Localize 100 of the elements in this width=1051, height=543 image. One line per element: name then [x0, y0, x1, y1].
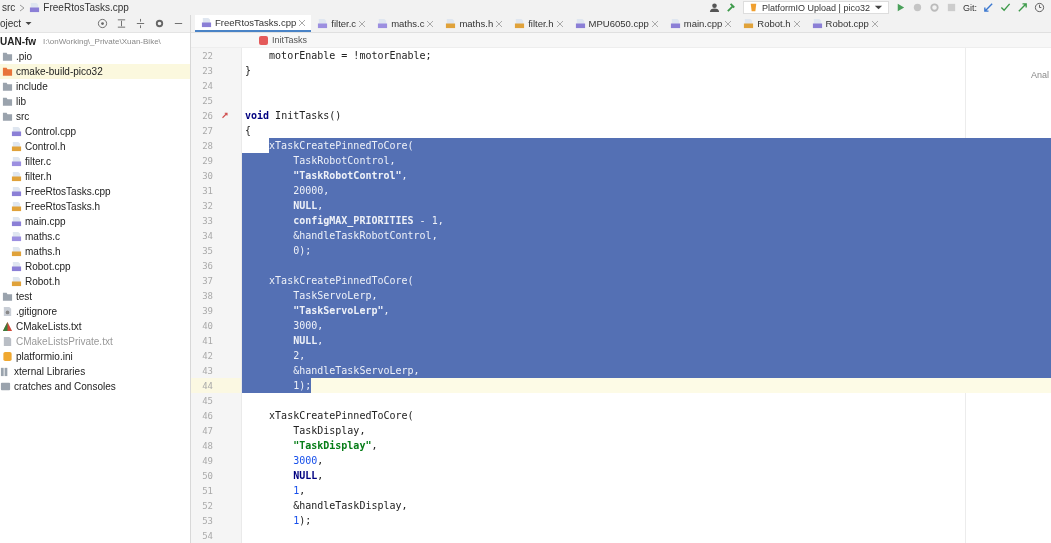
tree-item[interactable]: Robot.cpp — [25, 261, 71, 272]
tree-item[interactable]: CMakeLists.txt — [16, 321, 82, 332]
line-number: 44 — [201, 380, 213, 391]
editor-tab[interactable]: Robot.cpp — [805, 15, 884, 32]
tree-item[interactable]: .gitignore — [16, 306, 58, 317]
scratch-icon — [0, 381, 11, 392]
close-icon[interactable] — [496, 20, 503, 27]
history-icon[interactable] — [1034, 2, 1045, 13]
breadcrumb-item[interactable]: FreeRtosTasks.cpp — [29, 2, 129, 13]
line-number: 31 — [201, 185, 213, 196]
editor-tab[interactable]: maths.h — [439, 15, 509, 32]
caret-icon — [24, 19, 34, 28]
line-number: 22 — [201, 50, 213, 61]
line-number: 29 — [201, 155, 213, 166]
file-icon — [514, 18, 526, 29]
file-icon — [11, 141, 22, 152]
tree-item[interactable]: maths.c — [25, 231, 60, 242]
code-line: TaskServoLerp, — [293, 290, 378, 301]
tree-item[interactable]: xternal Libraries — [14, 366, 86, 377]
run-icon[interactable] — [895, 2, 906, 13]
collapse-icon[interactable] — [116, 18, 127, 29]
line-number: 37 — [201, 275, 213, 286]
file-icon — [317, 18, 329, 29]
file-icon — [574, 18, 586, 29]
line-number: 23 — [201, 65, 213, 76]
close-icon[interactable] — [793, 20, 800, 27]
file-icon — [11, 186, 22, 197]
line-number: 48 — [201, 440, 213, 451]
folder-icon — [2, 66, 13, 77]
tool-window-label[interactable]: Anal — [1031, 70, 1049, 80]
tree-item[interactable]: lib — [16, 96, 26, 107]
editor-tab[interactable]: filter.c — [311, 15, 372, 32]
triangle-icon — [2, 321, 13, 332]
tree-item[interactable]: Control.h — [25, 141, 66, 152]
code-line: NULL, — [293, 335, 324, 346]
close-icon[interactable] — [299, 19, 306, 26]
run-configuration-dropdown[interactable]: PlatformIO Upload | pico32 — [743, 1, 889, 14]
tree-item[interactable]: .pio — [16, 51, 33, 62]
line-number: 50 — [201, 470, 213, 481]
tree-item[interactable]: include — [16, 81, 48, 92]
code-line: TaskRobotControl, — [293, 155, 396, 166]
tree-item[interactable]: FreeRtosTasks.cpp — [25, 186, 111, 197]
file-icon — [29, 2, 41, 13]
code-line: 0); — [293, 245, 312, 256]
line-number: 32 — [201, 200, 213, 211]
file-icon — [11, 171, 22, 182]
folder-icon — [2, 111, 13, 122]
line-number: 53 — [201, 515, 213, 526]
file-icon — [445, 18, 457, 29]
editor-tab[interactable]: maths.c — [371, 15, 440, 32]
user-icon[interactable] — [709, 2, 721, 13]
close-icon[interactable] — [359, 20, 366, 27]
editor-tab[interactable]: FreeRtosTasks.cpp — [195, 15, 312, 32]
tree-item[interactable]: Control.cpp — [25, 126, 77, 137]
file-icon — [377, 18, 389, 29]
line-number: 51 — [201, 485, 213, 496]
line-number: 52 — [201, 500, 213, 511]
close-icon[interactable] — [725, 20, 732, 27]
breadcrumb-item[interactable]: src — [2, 2, 16, 13]
tree-item[interactable]: test — [16, 291, 33, 302]
function-icon — [259, 35, 268, 45]
project-dropdown[interactable]: oject — [0, 18, 34, 29]
tree-item[interactable]: main.cpp — [25, 216, 66, 227]
close-icon[interactable] — [871, 20, 878, 27]
expand-icon[interactable] — [135, 18, 146, 29]
code-line: configMAX_PRIORITIES - 1, — [293, 215, 444, 226]
tree-item[interactable]: cratches and Consoles — [14, 381, 116, 392]
tree-item[interactable]: cmake-build-pico32 — [16, 66, 103, 77]
editor-tab[interactable]: filter.h — [508, 15, 569, 32]
tree-item[interactable]: FreeRtosTasks.h — [25, 201, 101, 212]
code-line: &handleTaskDisplay, — [293, 500, 408, 511]
editor-tab[interactable]: main.cpp — [663, 15, 738, 32]
code-line: 1); — [293, 515, 312, 526]
file-icon — [11, 246, 22, 257]
tree-item[interactable]: filter.h — [25, 171, 52, 182]
code-line: 20000, — [293, 185, 330, 196]
breadcrumb-item[interactable]: InitTasks — [272, 35, 307, 45]
file-icon — [11, 276, 22, 287]
commit-icon[interactable] — [1000, 2, 1011, 13]
close-icon[interactable] — [651, 20, 658, 27]
override-marker-icon[interactable] — [221, 111, 230, 120]
code-line: void InitTasks() — [245, 110, 342, 121]
target-icon[interactable] — [97, 18, 108, 29]
push-icon[interactable] — [1017, 2, 1028, 13]
hammer-icon[interactable] — [726, 2, 738, 13]
editor-tab[interactable]: Robot.h — [737, 15, 806, 32]
file-icon — [2, 351, 13, 362]
vcs-label: Git: — [963, 2, 977, 13]
update-icon[interactable] — [983, 2, 994, 13]
tree-item[interactable]: platformio.ini — [16, 351, 73, 362]
close-icon[interactable] — [427, 20, 434, 27]
close-icon[interactable] — [556, 20, 563, 27]
tree-item[interactable]: maths.h — [25, 246, 61, 257]
tree-item[interactable]: Robot.h — [25, 276, 61, 287]
code-line: 1, — [293, 485, 306, 496]
editor-tab[interactable]: MPU6050.cpp — [568, 15, 664, 32]
tree-item[interactable]: UAN-fw — [0, 36, 37, 47]
line-number: 41 — [201, 335, 213, 346]
tree-item[interactable]: src — [16, 111, 30, 122]
tree-item[interactable]: filter.c — [25, 156, 52, 167]
